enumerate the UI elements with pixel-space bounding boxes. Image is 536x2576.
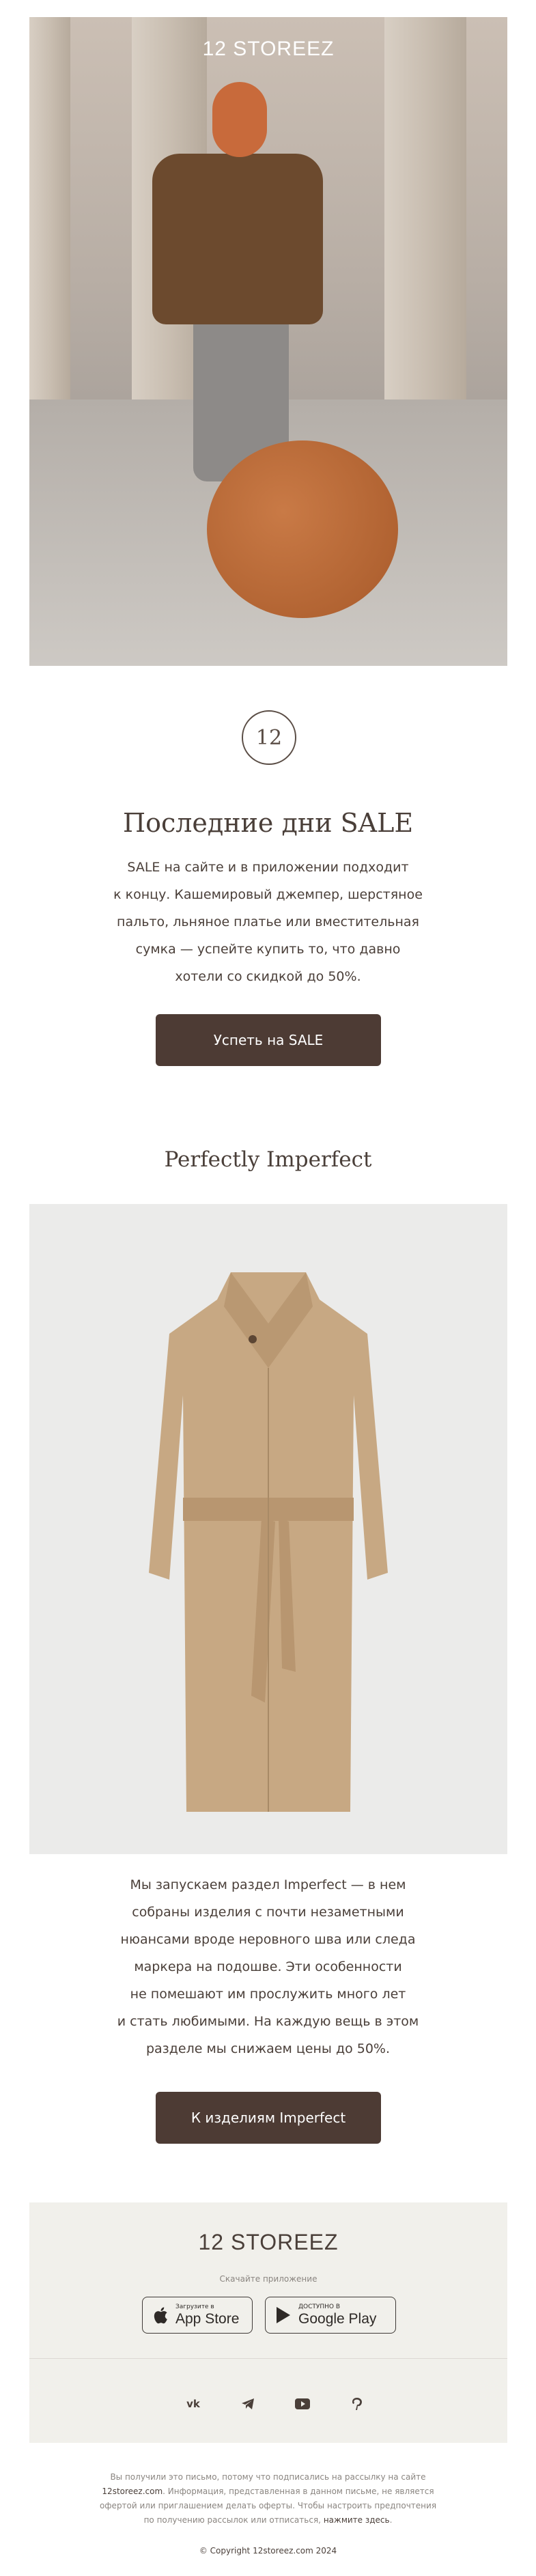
google-play-label: Google Play (298, 2310, 377, 2327)
sale-title: Последние дни SALE (122, 808, 414, 838)
text-line: пальто, льняное платье или вместительная (117, 914, 419, 929)
app-store-small-label: Загрузите в (175, 2303, 214, 2310)
product-image[interactable] (29, 1204, 507, 1854)
hero-column (29, 17, 70, 440)
text-line: маркера на подошве. Эти особенности (134, 1959, 402, 1974)
legal-line: Вы получили это письмо, потому что подпи… (110, 2472, 426, 2482)
imperfect-title: Perfectly Imperfect (164, 1147, 372, 1172)
youtube-icon[interactable] (289, 2390, 316, 2418)
google-play-small-label: ДОСТУПНО В (298, 2303, 341, 2310)
text-line: нюансами вроде неровного шва или следа (120, 1932, 416, 1947)
unsubscribe-link[interactable]: нажмите здесь (324, 2515, 390, 2525)
text-line: разделе мы снижаем цены до 50%. (145, 2041, 391, 2056)
text-line: хотели со скидкой до 50%. (175, 969, 361, 984)
text-line: к концу. Кашемировый джемпер, шерстяное (113, 887, 423, 902)
footer-divider (29, 2358, 507, 2359)
app-store-label: App Store (175, 2310, 240, 2327)
google-play-button[interactable]: ДОСТУПНО В Google Play (265, 2297, 396, 2334)
legal-line: офертой или приглашением делать оферты. … (99, 2501, 437, 2510)
app-store-button[interactable]: Загрузите в App Store (142, 2297, 253, 2334)
text-line: и стать любимыми. На каждую вещь в этом (117, 2014, 419, 2029)
text-line: SALE на сайте и в приложении подходит (127, 860, 409, 875)
legal-line: . (389, 2515, 393, 2525)
telegram-icon[interactable] (234, 2390, 262, 2418)
hero-dog (207, 440, 398, 618)
google-play-icon (274, 2306, 293, 2324)
text-line: сумка — успейте купить то, что давно (135, 942, 401, 957)
footer: 12 STOREEZ Скачайте приложение Загрузите… (29, 2202, 507, 2443)
imperfect-cta-button[interactable]: К изделиям Imperfect (156, 2092, 381, 2144)
apple-icon (151, 2306, 170, 2325)
brand-monogram-icon: 12 (242, 710, 296, 765)
hero-brand-logo: 12 STOREEZ (202, 38, 335, 60)
footer-brand-logo[interactable]: 12 STOREEZ (29, 2230, 507, 2255)
hero-column (384, 17, 466, 440)
hero-model-head (212, 82, 267, 157)
copyright: © Copyright 12storeez.com 2024 (199, 2546, 337, 2556)
pinterest-icon[interactable] (343, 2390, 371, 2418)
sale-cta-button[interactable]: Успеть на SALE (156, 1014, 381, 1066)
sale-description: SALE на сайте и в приложении подходит к … (82, 854, 454, 990)
legal-notice: Вы получили это письмо, потому что подпи… (89, 2470, 447, 2528)
hero-image[interactable]: 12 STOREEZ (29, 17, 507, 666)
download-app-label: Скачайте приложение (219, 2274, 318, 2284)
legal-line: . Информация, представленная в данном пи… (163, 2487, 434, 2496)
text-line: Мы запускаем раздел Imperfect — в нем (130, 1877, 406, 1892)
imperfect-description: Мы запускаем раздел Imperfect — в нем со… (82, 1871, 454, 2062)
legal-line: по получению рассылок или отписаться, (143, 2515, 321, 2525)
hero-coat (152, 154, 323, 324)
text-line: не помешают им прослужить много лет (130, 1987, 406, 2002)
site-link[interactable]: 12storeez.com (102, 2487, 163, 2496)
text-line: собраны изделия с почти незаметными (132, 1905, 404, 1920)
trench-coat-image (149, 1272, 388, 1812)
vk-icon[interactable]: vk (180, 2390, 207, 2418)
